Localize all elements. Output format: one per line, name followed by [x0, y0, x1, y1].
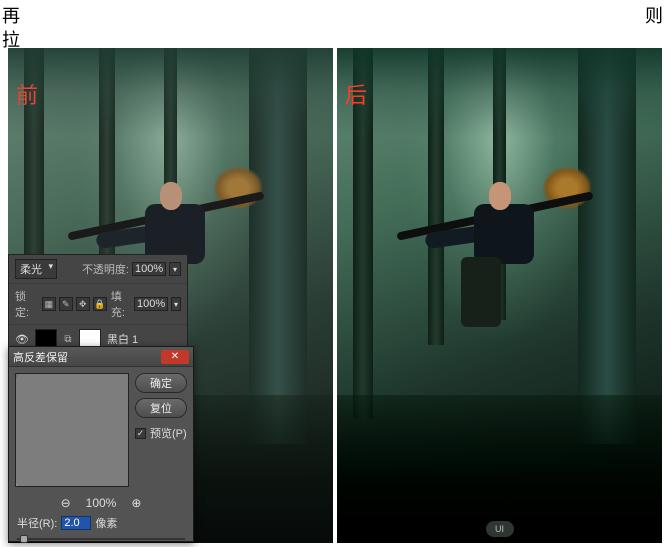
fill-field[interactable]: 100% [134, 297, 168, 311]
zoom-in-icon[interactable]: ⊕ [128, 495, 144, 511]
lock-label: 锁定: [15, 288, 38, 320]
dialog-preview[interactable] [15, 373, 129, 487]
label-after: 后 [345, 78, 367, 110]
preview-checkbox-label: 预览(P) [150, 425, 187, 441]
zoom-out-icon[interactable]: ⊖ [58, 495, 74, 511]
lock-all-icon[interactable]: 🔒 [93, 297, 107, 311]
fill-chevron[interactable]: ▾ [171, 297, 181, 311]
reset-button[interactable]: 复位 [135, 398, 187, 418]
high-pass-dialog: 高反差保留 ✕ 确定 复位 ✓ 预览(P) ⊖ 100% ⊕ 半径(R): 2.… [8, 346, 194, 542]
radius-field[interactable]: 2.0 [61, 516, 91, 530]
top-char-left: 再 [2, 2, 20, 28]
radius-unit: 像素 [95, 515, 117, 531]
radius-label: 半径(R): [17, 515, 57, 531]
slider-thumb[interactable] [20, 535, 28, 543]
opacity-label: 不透明度: [82, 261, 129, 277]
ok-button[interactable]: 确定 [135, 373, 187, 393]
close-icon[interactable]: ✕ [161, 350, 189, 364]
preview-checkbox[interactable]: ✓ 预览(P) [135, 425, 187, 441]
zoom-percent: 100% [86, 496, 117, 510]
dialog-titlebar[interactable]: 高反差保留 ✕ [9, 347, 193, 367]
lock-transparency-icon[interactable]: ▦ [42, 297, 56, 311]
blend-mode-select[interactable]: 柔光 [15, 259, 57, 279]
link-icon: ⧉ [63, 334, 73, 345]
layer-name-bw[interactable]: 黑白 1 [107, 331, 181, 347]
radius-slider[interactable] [17, 535, 185, 543]
opacity-chevron[interactable]: ▾ [169, 262, 181, 276]
eye-icon[interactable]: 👁 [15, 332, 29, 346]
archer-figure [435, 182, 565, 405]
opacity-field[interactable]: 100% [132, 262, 166, 276]
checkbox-icon: ✓ [135, 428, 146, 439]
lock-position-icon[interactable]: ✥ [76, 297, 90, 311]
watermark: UI [486, 521, 514, 537]
image-after: 后 UI [337, 48, 662, 543]
fill-label: 填充: [111, 288, 131, 320]
label-before: 前 [16, 78, 38, 110]
lock-pixels-icon[interactable]: ✎ [59, 297, 73, 311]
top-char-right: 则 [645, 2, 663, 28]
dialog-title: 高反差保留 [13, 349, 68, 365]
